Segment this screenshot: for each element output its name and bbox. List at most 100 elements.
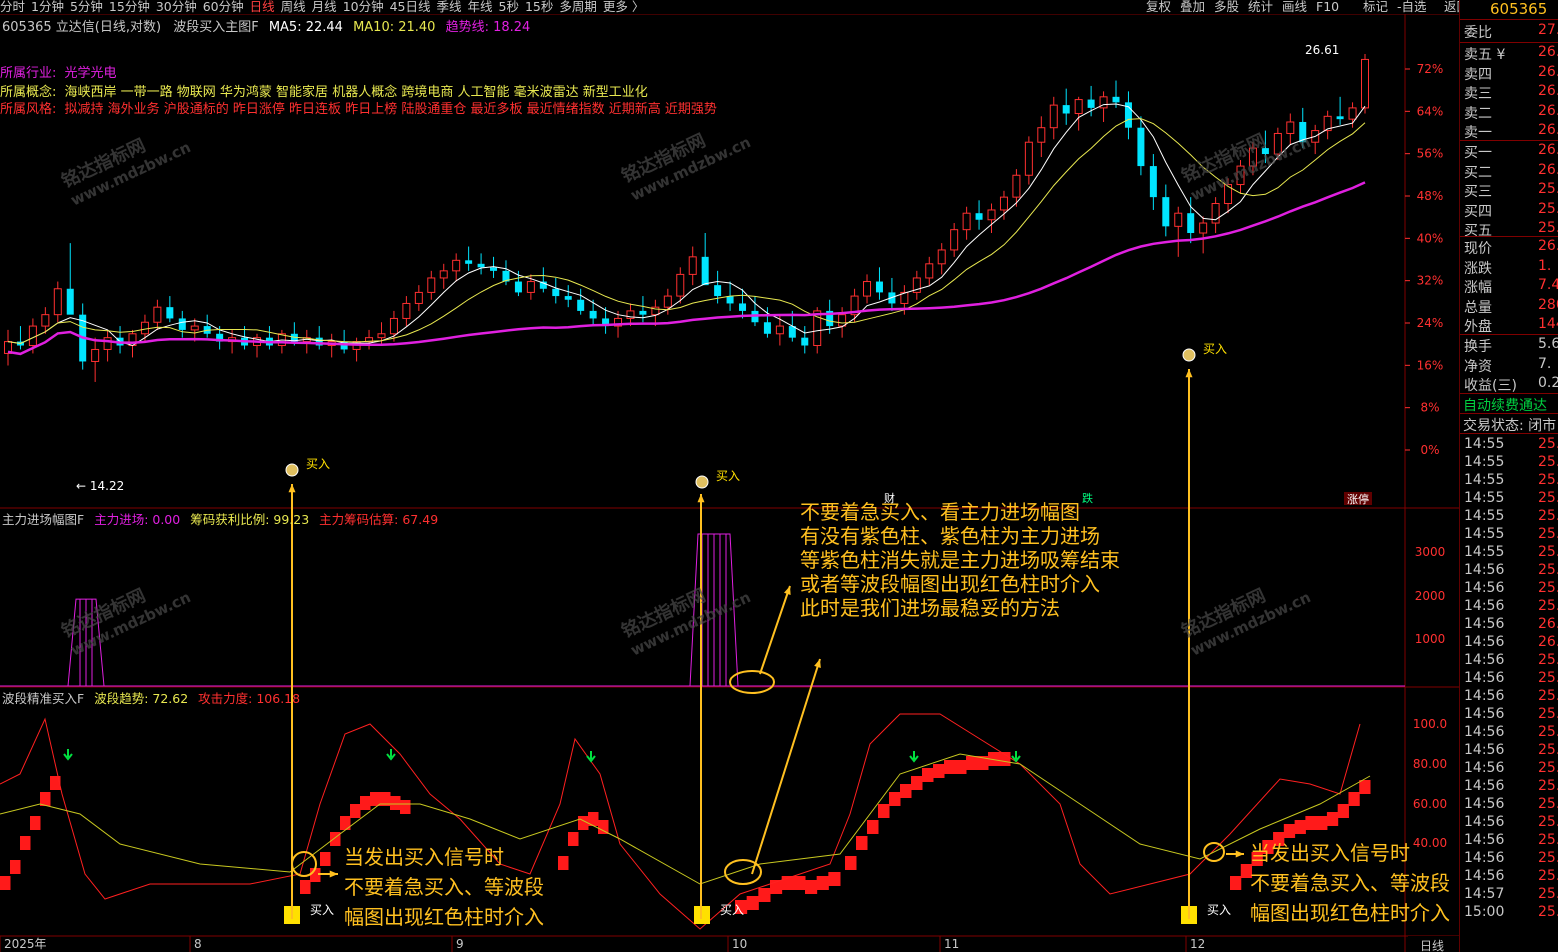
buy-square-label: 买入 <box>310 903 334 917</box>
buy-signal-label: 买入 <box>1203 342 1227 356</box>
annot-arrow <box>759 585 791 675</box>
annot-arrow-head <box>329 870 338 878</box>
annot-left-3: 幅图出现红色柱时介入 <box>344 905 544 929</box>
side-weibi: 委比 27.06 <box>1464 22 1558 41</box>
panel2-v1: 主力进场: 0.00 <box>94 512 181 527</box>
indicator-name[interactable]: 波段买入主图F <box>173 20 258 35</box>
period-tab-12[interactable]: 年线 <box>468 0 493 14</box>
trend-block <box>598 820 609 834</box>
period-tab-16[interactable]: 更多 〉 <box>603 0 644 14</box>
toolbar-right-1[interactable]: 叠加 <box>1180 0 1205 14</box>
period-tab-0[interactable]: 分时 <box>0 0 25 14</box>
candle-body <box>875 281 883 293</box>
side-tick-row-value: 25. <box>1538 832 1558 848</box>
period-tab-5[interactable]: 60分钟 <box>203 0 244 14</box>
period-tab-1[interactable]: 1分钟 <box>31 0 64 14</box>
down-arrow-icon <box>909 751 919 763</box>
side-separator <box>1460 433 1558 434</box>
annot-right-2: 不要着急买入、等波段 <box>1250 871 1450 895</box>
period-tab-14[interactable]: 15秒 <box>525 0 553 14</box>
xaxis-label: 2025年 <box>4 937 47 951</box>
side-tick-row-value: 25. <box>1538 850 1558 866</box>
period-tab-9[interactable]: 10分钟 <box>343 0 384 14</box>
side-tick-row: 14:57 25. <box>1464 886 1558 905</box>
side-stat-row-key: 现价 <box>1464 241 1492 257</box>
side-tick-row-value: 25. <box>1538 724 1558 740</box>
trend-block <box>867 820 879 834</box>
toolbar-right-5[interactable]: F10 <box>1316 0 1339 14</box>
trend-block <box>1359 780 1371 794</box>
trend-block <box>746 896 759 910</box>
candle-body <box>66 288 74 315</box>
annotation-middle: 不要着急买入、看主力进场幅图 有没有紫色柱、紫色柱为主力进场 等紫色柱消失就是主… <box>800 500 1120 620</box>
side-tick-row-value: 26. <box>1538 616 1558 632</box>
side-tick-row-value: 25. <box>1538 742 1558 758</box>
annot-arrow-head <box>814 659 821 668</box>
side-stat2-row: 收益(三) 0.2 <box>1464 375 1558 394</box>
trend-block <box>10 860 21 874</box>
trend-block <box>320 852 331 866</box>
annotation-right: 当发出买入信号时 不要着急买入、等波段 幅图出现红色柱时介入 <box>1250 838 1459 928</box>
toolbar-right-0[interactable]: 复权 <box>1146 0 1171 14</box>
side-stat-row: 现价 26. <box>1464 238 1558 257</box>
period-tab-11[interactable]: 季线 <box>437 0 462 14</box>
side-tick-row-key: 14:56 <box>1464 850 1505 866</box>
toolbar-right-3[interactable]: 统计 <box>1248 0 1273 14</box>
candle-body <box>726 296 734 304</box>
industry-line: 所属行业: 光学光电 <box>0 62 117 81</box>
side-stat-row-key: 总量 <box>1464 299 1492 316</box>
period-tab-4[interactable]: 30分钟 <box>156 0 197 14</box>
low-price-label: ← 14.22 <box>76 479 124 493</box>
side-stock-code: 605365 <box>1490 0 1548 18</box>
candle-body <box>639 310 647 315</box>
high-price-label: 26.61 <box>1305 43 1339 57</box>
side-buy-row-value: 25. <box>1538 220 1558 236</box>
side-tick-row-key: 14:55 <box>1464 436 1505 452</box>
candle-body <box>153 306 162 323</box>
period-tab-3[interactable]: 15分钟 <box>109 0 150 14</box>
candle-body <box>28 325 37 347</box>
candle-body <box>1112 96 1120 103</box>
side-sell-row-value: 26. <box>1538 102 1558 119</box>
quote-side-panel: 605365 委比 27.06 卖五 ¥ 26. 卖四 26. 卖三 26. 卖二 26. 卖一 26.… <box>1459 0 1558 952</box>
side-weibi-key: 委比 <box>1464 25 1492 41</box>
toolbar-right-2[interactable]: 多股 <box>1214 0 1239 14</box>
candle-body <box>490 267 498 271</box>
panel2-tick: 1000 <box>1415 632 1446 646</box>
annot-arrow-head <box>697 494 705 503</box>
side-stat2-row-value: 5.60 <box>1538 336 1558 352</box>
toolbar-right-6[interactable]: 标记 <box>1363 0 1388 14</box>
side-tick-row-value: 25. <box>1538 580 1558 596</box>
side-tick-row-key: 14:57 <box>1464 886 1505 902</box>
panel3-name[interactable]: 波段精准买入F <box>2 691 84 706</box>
toolbar-right-7[interactable]: -自选 <box>1397 0 1427 14</box>
period-tab-15[interactable]: 多周期 <box>559 0 597 14</box>
down-arrow-icon <box>63 749 73 761</box>
period-tab-10[interactable]: 45日线 <box>390 0 431 14</box>
side-separator <box>1460 334 1558 335</box>
buy-coin-icon <box>1182 348 1196 362</box>
annot-arrow-head <box>1185 369 1193 378</box>
side-buy-row: 买二 26. <box>1464 162 1558 181</box>
period-tab-8[interactable]: 月线 <box>312 0 337 14</box>
side-tick-row-value: 25. <box>1538 508 1558 524</box>
side-tick-row: 14:56 25. <box>1464 652 1558 671</box>
period-tab-13[interactable]: 5秒 <box>499 0 519 14</box>
side-tick-row: 14:56 25. <box>1464 598 1558 617</box>
period-tab-2[interactable]: 5分钟 <box>70 0 103 14</box>
side-stat-row: 总量 2808 <box>1464 297 1558 316</box>
toolbar-right-4[interactable]: 画线 <box>1282 0 1307 14</box>
side-buy-row-key: 买二 <box>1464 164 1492 181</box>
candle-body <box>1199 222 1208 234</box>
trend-block <box>1326 812 1339 826</box>
auto-renew-link[interactable]: 自动续费通达 <box>1463 395 1547 415</box>
period-tab-7[interactable]: 周线 <box>281 0 306 14</box>
style-line: 所属风格: 拟减持 海外业务 沪股通标的 昨日涨停 昨日连板 昨日上榜 陆股通重… <box>0 98 717 117</box>
annot-mid-2: 有没有紫色柱、紫色柱为主力进场 <box>800 524 1100 548</box>
candle-body <box>1149 166 1157 198</box>
side-tick-row: 14:55 25. <box>1464 454 1558 473</box>
period-tab-6[interactable]: 日线 <box>250 0 275 14</box>
side-tick-row-key: 14:56 <box>1464 724 1505 740</box>
panel2-name[interactable]: 主力进场幅图F <box>2 512 84 527</box>
trade-status: 交易状态: 闭市 <box>1463 418 1557 434</box>
